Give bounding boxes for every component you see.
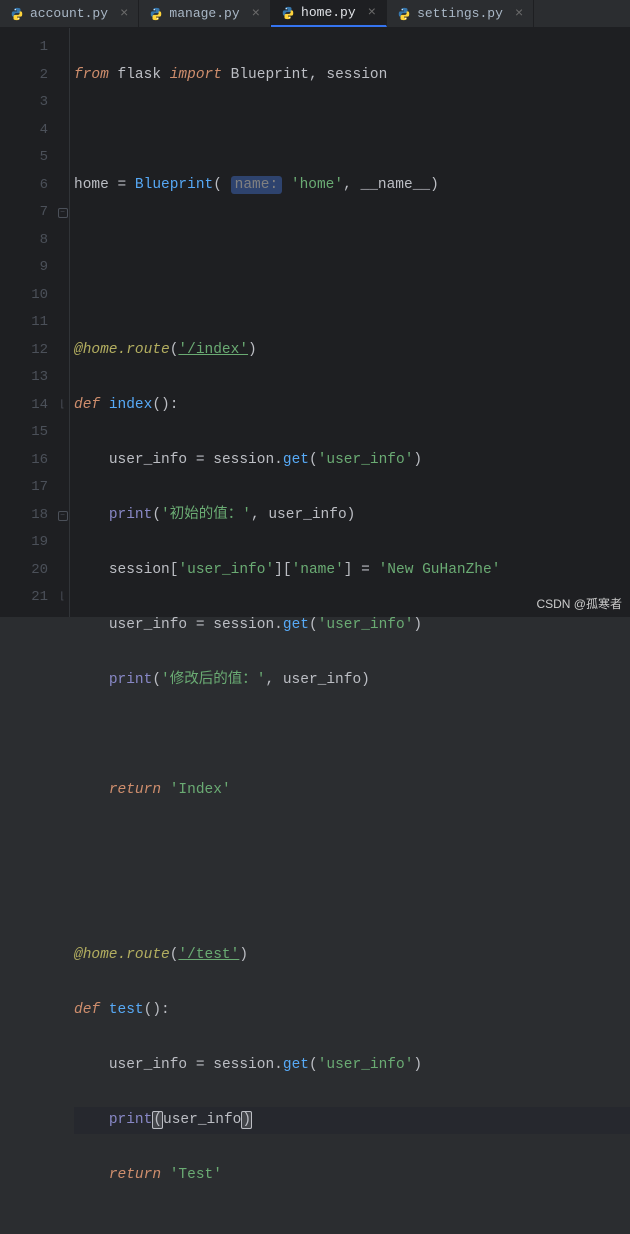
tab-settings[interactable]: settings.py ×: [387, 0, 534, 27]
line-number: 6: [0, 172, 48, 200]
fold-end-icon: ⌊: [56, 584, 69, 612]
line-number: 20: [0, 557, 48, 585]
code-area[interactable]: from flask import Blueprint, session hom…: [70, 28, 630, 617]
line-number: 12: [0, 337, 48, 365]
line-number: 14: [0, 392, 48, 420]
line-number: 18: [0, 502, 48, 530]
line-number: 7: [0, 199, 48, 227]
python-icon: [149, 7, 163, 21]
line-number: 3: [0, 89, 48, 117]
tab-label: manage.py: [169, 6, 239, 21]
line-number: 10: [0, 282, 48, 310]
python-icon: [10, 7, 24, 21]
fold-icon[interactable]: −: [56, 199, 69, 227]
line-number: 13: [0, 364, 48, 392]
line-number: 17: [0, 474, 48, 502]
line-number: 8: [0, 227, 48, 255]
line-number: 5: [0, 144, 48, 172]
tab-label: account.py: [30, 6, 108, 21]
close-icon[interactable]: ×: [366, 5, 378, 21]
line-number: 15: [0, 419, 48, 447]
tab-label: home.py: [301, 5, 356, 20]
line-number: 4: [0, 117, 48, 145]
tab-account[interactable]: account.py ×: [0, 0, 139, 27]
close-icon[interactable]: ×: [250, 6, 262, 22]
close-icon[interactable]: ×: [513, 6, 525, 22]
fold-icon[interactable]: −: [56, 502, 69, 530]
fold-column: − ⌊ − ⌊: [56, 28, 70, 617]
line-number: 21: [0, 584, 48, 612]
editor: 1 2 3 4 5 6 7 8 9 10 11 12 13 14 15 16 1…: [0, 28, 630, 617]
tab-home[interactable]: home.py ×: [271, 0, 387, 27]
line-number: 2: [0, 62, 48, 90]
fold-end-icon: ⌊: [56, 392, 69, 420]
line-number: 11: [0, 309, 48, 337]
tab-manage[interactable]: manage.py ×: [139, 0, 271, 27]
line-number: 16: [0, 447, 48, 475]
line-number: 9: [0, 254, 48, 282]
watermark: CSDN @孤寒者: [536, 595, 622, 612]
tab-bar: account.py × manage.py × home.py × setti…: [0, 0, 630, 28]
line-gutter: 1 2 3 4 5 6 7 8 9 10 11 12 13 14 15 16 1…: [0, 28, 56, 617]
close-icon[interactable]: ×: [118, 6, 130, 22]
line-number: 1: [0, 34, 48, 62]
tab-label: settings.py: [417, 6, 503, 21]
line-number: 19: [0, 529, 48, 557]
python-icon: [397, 7, 411, 21]
python-icon: [281, 6, 295, 20]
